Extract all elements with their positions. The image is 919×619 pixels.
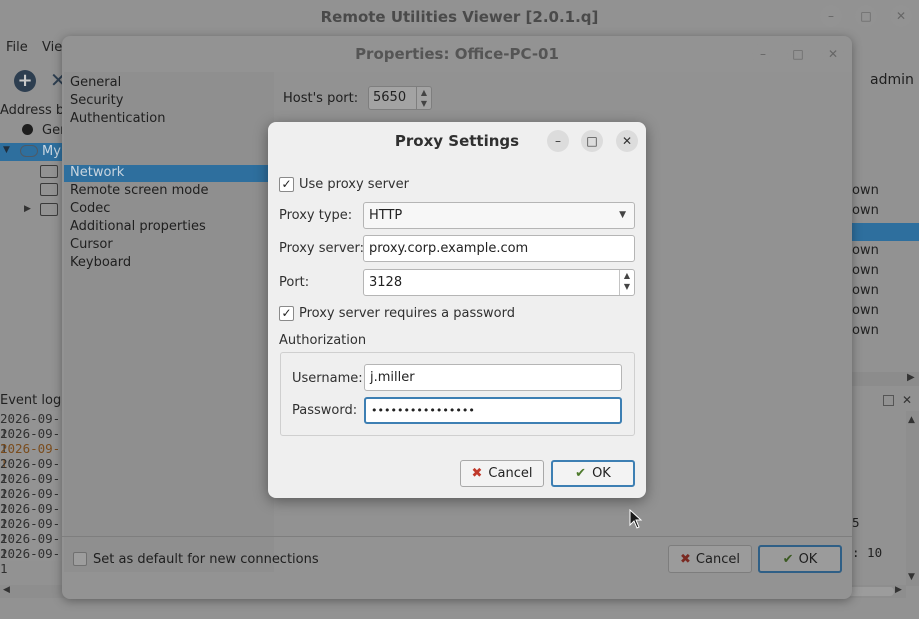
port-label: Port:	[279, 275, 310, 290]
folder-icon	[40, 183, 58, 196]
host-port-label: Host's port:	[283, 91, 359, 106]
set-default-label: Set as default for new connections	[93, 552, 319, 567]
event-log-title: Event log	[0, 393, 62, 408]
username-label: Username:	[292, 371, 363, 386]
proxy-server-label: Proxy server:	[279, 241, 365, 256]
maximize-icon[interactable]: □	[855, 5, 877, 27]
username-input[interactable]: j.miller	[364, 364, 622, 391]
properties-cancel-button[interactable]: ✖ Cancel	[668, 545, 752, 573]
section-network[interactable]: Network	[70, 165, 124, 180]
authorization-group: Username: j.miller Password: •••••••••••…	[280, 352, 635, 436]
cloud-icon	[20, 145, 38, 157]
section-codec[interactable]: Codec	[70, 201, 110, 216]
section-authentication[interactable]: Authentication	[70, 111, 165, 126]
username-value: j.miller	[370, 370, 415, 385]
user-label: admin	[870, 72, 914, 88]
chevron-right-icon[interactable]: ▶	[24, 204, 31, 214]
section-cursor[interactable]: Cursor	[70, 237, 113, 252]
proxy-ok-button[interactable]: ✔ OK	[551, 460, 635, 487]
add-connection-icon[interactable]: +	[14, 70, 36, 92]
section-additional-properties[interactable]: Additional properties	[70, 219, 206, 234]
mouse-cursor-icon	[629, 509, 643, 529]
host-port-field[interactable]: 5650 ▲ ▼	[368, 86, 432, 110]
menu-file[interactable]: File	[6, 40, 28, 55]
properties-cancel-label: Cancel	[695, 551, 740, 567]
status-item: own	[852, 243, 879, 258]
close-icon[interactable]: ✕	[822, 43, 844, 65]
status-selected-row[interactable]	[852, 223, 919, 241]
requires-password-label: Proxy server requires a password	[299, 306, 515, 321]
log-row: 2026-09-1	[0, 546, 61, 576]
scroll-down-icon[interactable]: ▼	[908, 572, 915, 582]
chevron-down-icon: ▼	[619, 210, 626, 220]
requires-password-checkbox[interactable]: ✓	[279, 306, 294, 321]
cancel-x-icon: ✖	[680, 551, 691, 567]
status-item: own	[852, 263, 879, 278]
main-window-title: Remote Utilities Viewer [2.0.1.q]	[320, 8, 599, 26]
log-fragment: 5	[852, 515, 860, 530]
properties-ok-label: OK	[798, 551, 818, 567]
section-remote-screen-mode[interactable]: Remote screen mode	[70, 183, 209, 198]
connection-status-icon	[22, 124, 33, 135]
section-keyboard[interactable]: Keyboard	[70, 255, 131, 270]
scroll-right-icon[interactable]: ▶	[907, 372, 915, 383]
port-spinbox[interactable]: 3128 ▲ ▼	[363, 269, 635, 296]
scroll-left-icon[interactable]: ◀	[3, 585, 10, 595]
status-item: own	[852, 303, 879, 318]
chevron-down-icon[interactable]: ▼	[3, 145, 10, 155]
ok-check-icon: ✔	[575, 466, 587, 481]
scroll-right-icon[interactable]: ▶	[895, 585, 902, 595]
menu-bar: File View	[0, 36, 73, 58]
log-fragment: : 10	[852, 545, 883, 560]
proxy-cancel-button[interactable]: ✖ Cancel	[460, 460, 544, 487]
properties-title: Properties: Office-PC-01	[355, 45, 559, 63]
password-value: ••••••••••••••••	[371, 404, 475, 417]
close-panel-icon[interactable]: ✕	[902, 393, 912, 407]
cancel-x-icon: ✖	[471, 466, 483, 481]
status-item: own	[852, 323, 879, 338]
proxy-ok-label: OK	[592, 466, 611, 481]
password-input[interactable]: ••••••••••••••••	[364, 397, 622, 424]
maximize-icon[interactable]: □	[787, 43, 809, 65]
spinner-arrows-icon[interactable]: ▲ ▼	[619, 270, 634, 295]
proxy-type-value: HTTP	[369, 208, 403, 223]
minimize-icon[interactable]: –	[752, 43, 774, 65]
status-item: own	[852, 183, 879, 198]
scroll-up-icon[interactable]: ▲	[908, 415, 915, 425]
set-default-checkbox[interactable]	[73, 552, 87, 566]
folder-icon	[40, 165, 58, 178]
maximize-icon[interactable]: □	[581, 130, 603, 152]
event-log-list: 2026-09-1 2026-09-1 2026-09-1 2026-09-1 …	[0, 411, 62, 576]
host-port-value: 5650	[373, 90, 407, 105]
proxy-settings-dialog: Proxy Settings – □ ✕ ✓ Use proxy server …	[268, 122, 646, 498]
tree-item-my[interactable]: My	[42, 144, 61, 159]
port-value: 3128	[369, 275, 403, 290]
authorization-label: Authorization	[279, 333, 367, 348]
minimize-icon[interactable]: –	[547, 130, 569, 152]
use-proxy-checkbox[interactable]: ✓	[279, 177, 294, 192]
close-icon[interactable]: ✕	[616, 130, 638, 152]
status-item: own	[852, 203, 879, 218]
proxy-server-value: proxy.corp.example.com	[369, 241, 529, 256]
restore-panel-icon[interactable]	[883, 395, 894, 406]
properties-ok-button[interactable]: ✔ OK	[758, 545, 842, 573]
vertical-scrollbar[interactable]	[906, 411, 919, 586]
section-security[interactable]: Security	[70, 93, 123, 108]
ok-check-icon: ✔	[782, 551, 794, 567]
section-general[interactable]: General	[70, 75, 121, 90]
close-icon[interactable]: ✕	[890, 5, 912, 27]
divider	[62, 536, 852, 537]
proxy-type-select[interactable]: HTTP ▼	[363, 202, 635, 229]
minimize-icon[interactable]: –	[820, 5, 842, 27]
proxy-type-label: Proxy type:	[279, 208, 353, 223]
proxy-cancel-label: Cancel	[488, 466, 533, 481]
status-item: own	[852, 283, 879, 298]
spinner-arrows-icon[interactable]: ▲ ▼	[416, 87, 431, 109]
proxy-server-input[interactable]: proxy.corp.example.com	[363, 235, 635, 262]
folder-icon	[40, 203, 58, 216]
password-label: Password:	[292, 403, 358, 418]
use-proxy-label: Use proxy server	[299, 177, 409, 192]
sections-list: General Security Authentication Network …	[64, 72, 274, 572]
